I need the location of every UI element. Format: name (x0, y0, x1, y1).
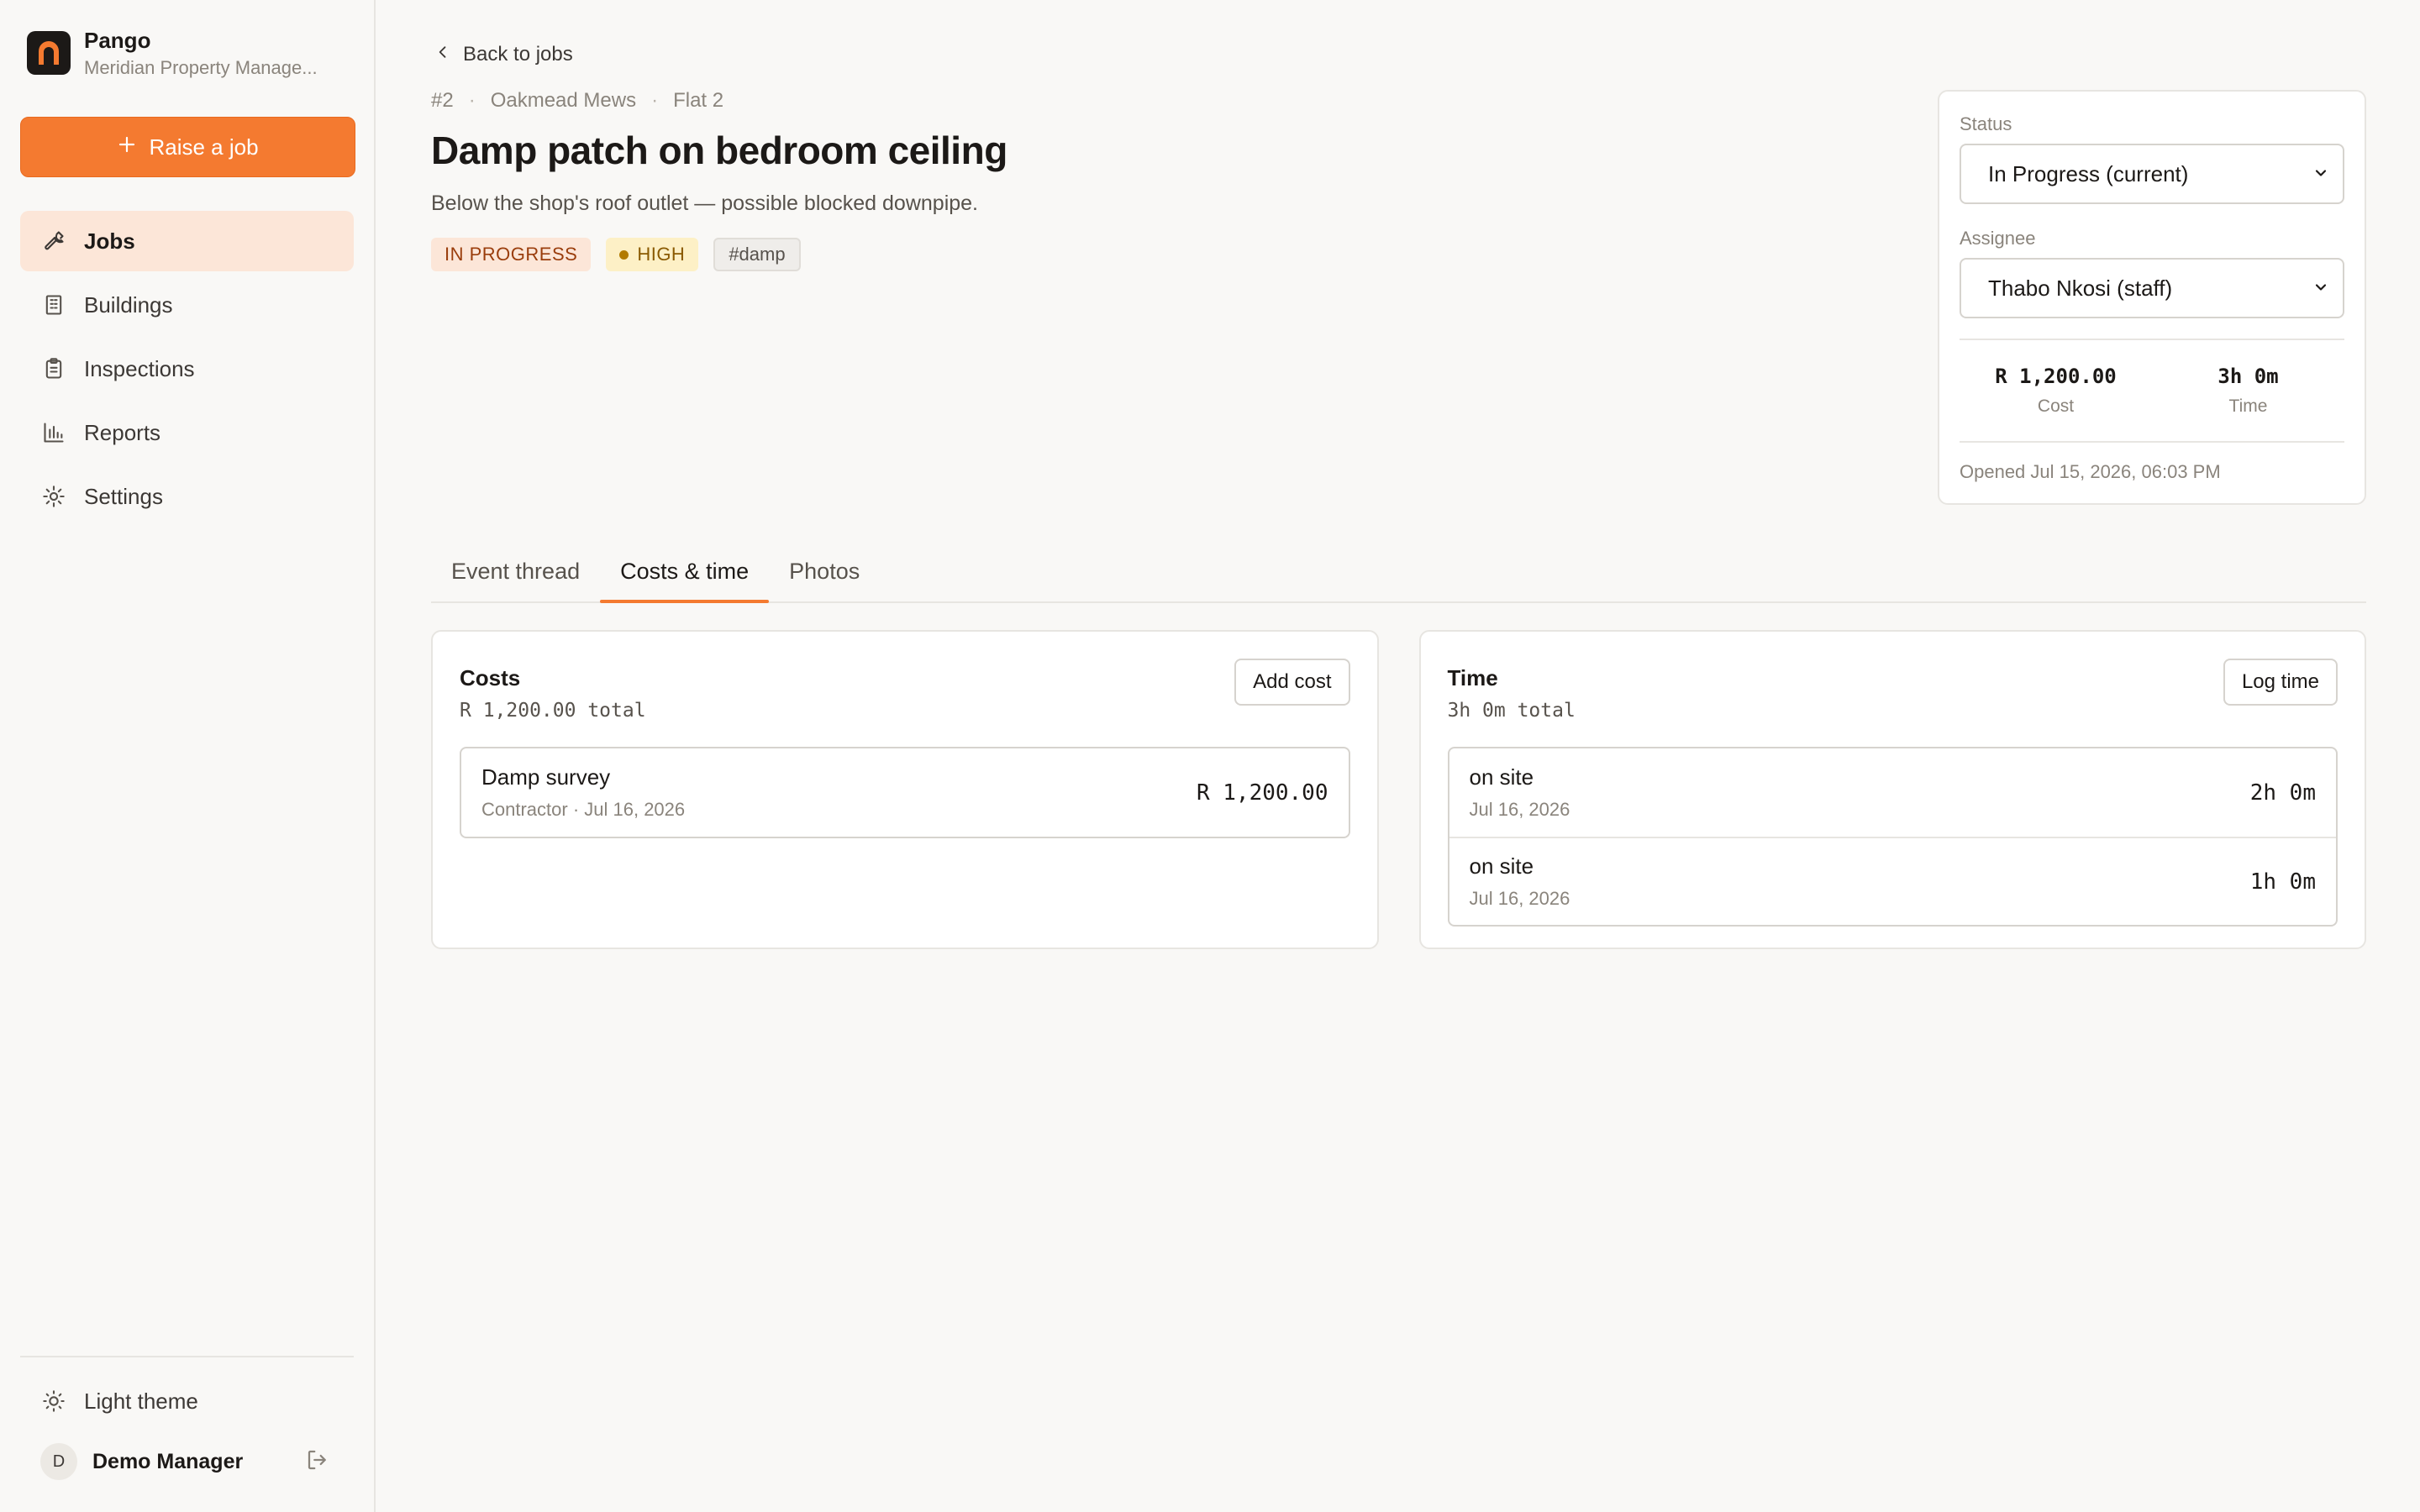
plus-icon (117, 134, 137, 160)
list-item[interactable]: on site Jul 16, 2026 2h 0m (1449, 748, 2337, 837)
time-item-duration: 1h 0m (2249, 869, 2316, 895)
gear-icon (42, 485, 66, 508)
raise-job-button[interactable]: Raise a job (20, 117, 355, 177)
time-total: 3h 0m total (1447, 700, 1576, 722)
theme-toggle[interactable]: Light theme (20, 1379, 354, 1423)
cost-stat-label: Cost (2037, 396, 2075, 416)
job-number: #2 (431, 89, 454, 112)
sidebar-item-label: Inspections (84, 355, 195, 381)
sun-icon (42, 1389, 66, 1413)
time-panel: Time 3h 0m total Log time on site Jul 16… (1418, 630, 2366, 949)
sidebar: Pango Meridian Property Manage... Raise … (0, 0, 376, 1512)
app-root: Pango Meridian Property Manage... Raise … (0, 0, 2420, 1512)
sidebar-item-label: Settings (84, 483, 163, 509)
building-icon (42, 293, 66, 317)
sidebar-item-jobs[interactable]: Jobs (20, 211, 354, 271)
priority-dot-icon (619, 249, 629, 260)
time-item-date: Jul 16, 2026 (1469, 888, 1570, 909)
costs-title: Costs (460, 665, 521, 690)
job-tabs: Event thread Costs & time Photos (431, 541, 2366, 603)
breadcrumb-unit: Flat 2 (673, 89, 724, 112)
priority-badge: HIGH (606, 238, 699, 271)
user-menu: D Demo Manager (20, 1428, 354, 1495)
cost-item-meta: Contractor · Jul 16, 2026 (481, 799, 686, 820)
back-label: Back to jobs (463, 43, 573, 66)
cost-item-title: Damp survey (481, 764, 611, 790)
job-details-card: Status In Progress (current) Assignee Th… (1938, 90, 2366, 505)
assignee-label: Assignee (1960, 228, 2036, 249)
time-title: Time (1447, 665, 1498, 690)
sidebar-item-buildings[interactable]: Buildings (20, 275, 354, 335)
costs-time-panels: Costs R 1,200.00 total Add cost Damp sur… (431, 630, 2366, 949)
costs-list: Damp survey Contractor · Jul 16, 2026 R … (460, 747, 1350, 838)
log-time-button[interactable]: Log time (2223, 659, 2338, 706)
breadcrumb-separator: · (651, 89, 659, 112)
status-select-value: In Progress (current) (1988, 160, 2189, 186)
logout-icon[interactable] (305, 1447, 330, 1477)
assignee-select[interactable]: Thabo Nkosi (staff) (1960, 258, 2344, 318)
raise-job-label: Raise a job (149, 134, 259, 160)
tab-costs-time[interactable]: Costs & time (600, 541, 770, 603)
brand[interactable]: Pango Meridian Property Manage... (20, 0, 354, 106)
cost-stat: R 1,200.00 Cost (1960, 340, 2152, 441)
breadcrumb-separator: · (468, 89, 476, 112)
time-stat-value: 3h 0m (2217, 365, 2279, 388)
status-badge: IN PROGRESS (431, 238, 592, 271)
time-item-title: on site (1469, 764, 1534, 790)
avatar: D (40, 1443, 77, 1480)
breadcrumb-building[interactable]: Oakmead Mews (491, 89, 636, 113)
wrench-icon (42, 229, 66, 253)
assignee-select-value: Thabo Nkosi (staff) (1988, 275, 2173, 301)
costs-panel-header: Costs R 1,200.00 total Add cost (460, 659, 1350, 722)
organization-name: Meridian Property Manage... (84, 56, 318, 78)
chevron-down-icon (2312, 161, 2329, 187)
pango-logo-icon (27, 31, 71, 75)
costs-total: R 1,200.00 total (460, 700, 646, 722)
tab-photos[interactable]: Photos (769, 541, 880, 601)
sidebar-item-reports[interactable]: Reports (20, 402, 354, 463)
list-item[interactable]: Damp survey Contractor · Jul 16, 2026 R … (461, 748, 1349, 837)
clipboard-icon (42, 357, 66, 381)
sidebar-item-inspections[interactable]: Inspections (20, 339, 354, 399)
time-item-duration: 2h 0m (2249, 780, 2316, 806)
tag-badge: #damp (713, 238, 801, 271)
status-select[interactable]: In Progress (current) (1960, 144, 2344, 204)
bar-chart-icon (42, 421, 66, 444)
priority-label: HIGH (637, 244, 686, 265)
theme-label: Light theme (84, 1388, 198, 1414)
chevron-left-icon (434, 43, 451, 66)
cost-stat-value: R 1,200.00 (1995, 365, 2117, 388)
sidebar-nav: Jobs Buildings Inspections Reports Setti… (20, 211, 354, 527)
costs-panel: Costs R 1,200.00 total Add cost Damp sur… (431, 630, 1379, 949)
chevron-down-icon (2312, 276, 2329, 302)
time-stat: 3h 0m Time (2152, 340, 2344, 441)
time-stat-label: Time (2228, 396, 2268, 416)
sidebar-footer: Light theme D Demo Manager (20, 1356, 354, 1512)
user-name: Demo Manager (92, 1449, 244, 1473)
add-cost-button[interactable]: Add cost (1234, 659, 1350, 706)
list-item[interactable]: on site Jul 16, 2026 1h 0m (1449, 837, 2336, 925)
main-content: Back to jobs #2 · Oakmead Mews · Flat 2 … (376, 0, 2420, 1512)
time-panel-header: Time 3h 0m total Log time (1447, 659, 2338, 722)
tab-event-thread[interactable]: Event thread (431, 541, 600, 601)
job-stats: R 1,200.00 Cost 3h 0m Time (1960, 339, 2344, 443)
opened-timestamp: Opened Jul 15, 2026, 06:03 PM (1960, 461, 2221, 482)
cost-item-amount: R 1,200.00 (1196, 780, 1328, 806)
sidebar-item-settings[interactable]: Settings (20, 466, 354, 527)
brand-name: Pango (84, 27, 151, 53)
sidebar-item-label: Reports (84, 419, 161, 445)
back-to-jobs-link[interactable]: Back to jobs (431, 42, 2366, 67)
status-label: Status (1960, 113, 2012, 134)
time-item-title: on site (1469, 853, 1534, 879)
sidebar-item-label: Jobs (84, 228, 135, 254)
time-item-date: Jul 16, 2026 (1469, 799, 1570, 820)
sidebar-item-label: Buildings (84, 291, 173, 318)
time-list: on site Jul 16, 2026 2h 0m on site Jul 1… (1447, 747, 2338, 927)
